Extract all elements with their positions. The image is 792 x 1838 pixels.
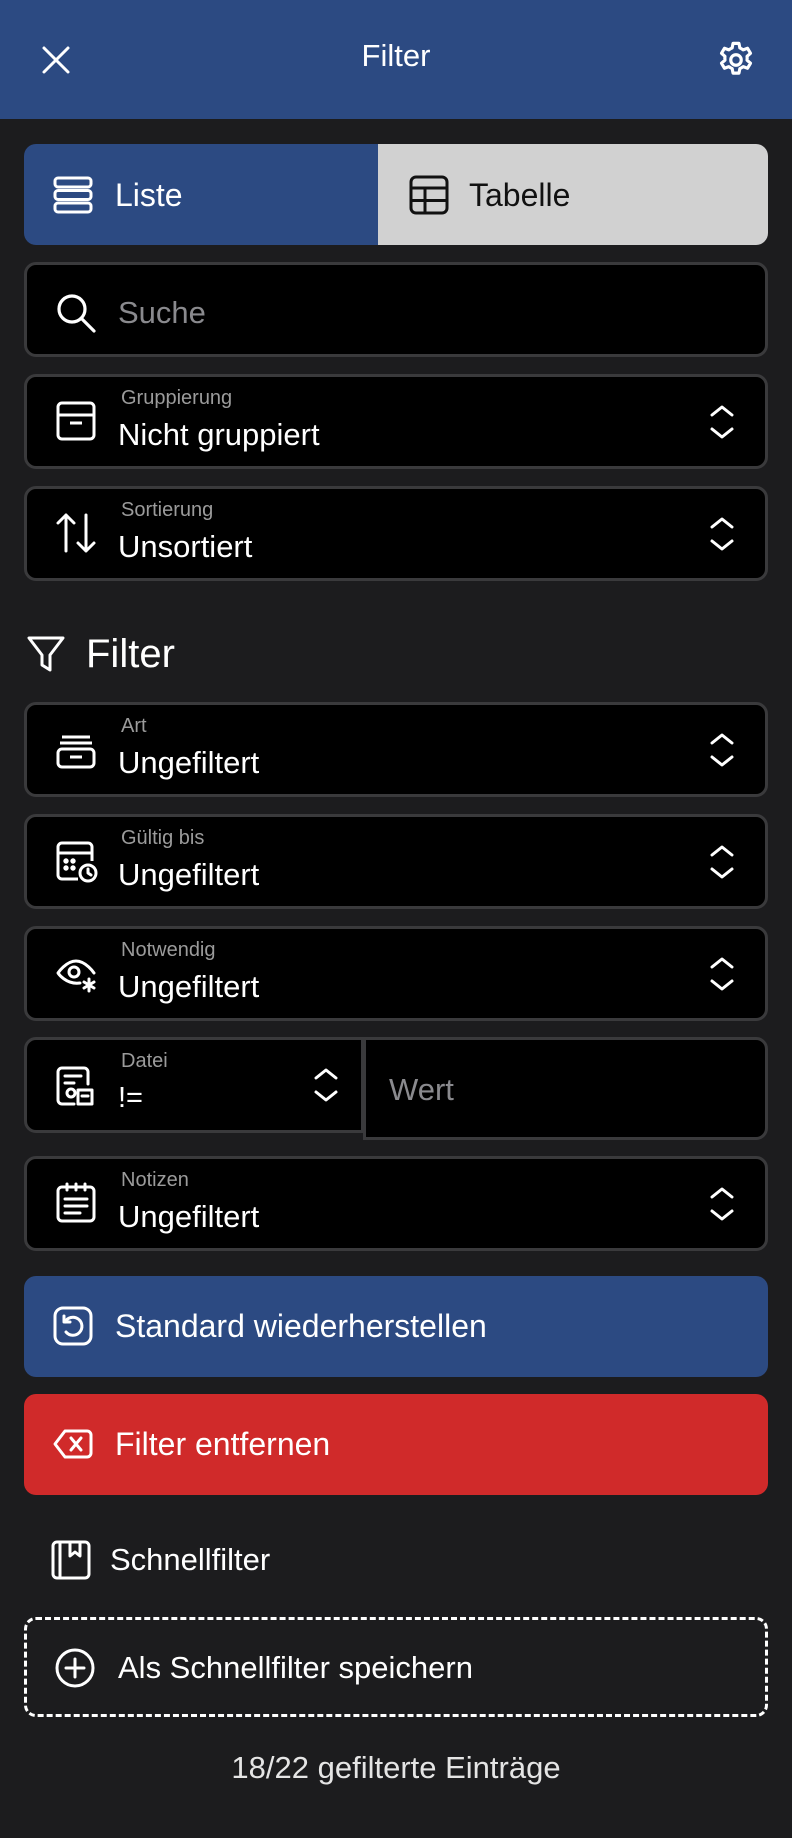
view-option-label: Tabelle	[469, 177, 571, 213]
filter-notizen-select[interactable]: Notizen Ungefiltert	[24, 1156, 768, 1251]
inbox-stack-icon	[56, 735, 96, 769]
plus-circle-icon	[55, 1648, 95, 1688]
bookmark-book-icon	[51, 1540, 91, 1580]
backspace-x-icon	[53, 1429, 93, 1459]
header-bar: Filter	[0, 0, 792, 119]
filter-notwendig-select[interactable]: Notwendig Ungefiltert	[24, 926, 768, 1021]
calendar-clock-icon	[56, 841, 98, 883]
sorting-value: Unsortiert	[118, 529, 253, 564]
gear-icon	[719, 41, 753, 75]
page-title: Filter	[361, 38, 431, 73]
filter-art-select[interactable]: Art Ungefiltert	[24, 702, 768, 797]
search-icon	[57, 294, 96, 333]
chevron-up-down-icon	[710, 733, 734, 767]
filter-datei-value-box	[363, 1037, 768, 1140]
chevron-up-down-icon	[710, 1187, 734, 1221]
sorting-label: Sortierung	[121, 499, 214, 521]
restore-defaults-label: Standard wiederherstellen	[115, 1308, 487, 1344]
grouping-select[interactable]: Gruppierung Nicht gruppiert	[24, 374, 768, 469]
filter-value: Ungefiltert	[118, 969, 260, 1004]
chevron-up-down-icon	[710, 405, 734, 439]
restore-icon	[53, 1306, 93, 1346]
chevron-up-down-icon	[314, 1068, 338, 1102]
notes-icon	[56, 1182, 96, 1223]
filter-value: Ungefiltert	[118, 745, 260, 780]
filter-label: Datei	[121, 1050, 168, 1072]
filter-value: Ungefiltert	[118, 857, 260, 892]
filter-gueltig-bis-select[interactable]: Gültig bis Ungefiltert	[24, 814, 768, 909]
list-icon	[53, 176, 93, 214]
search-box	[24, 262, 768, 357]
table-icon	[409, 175, 449, 215]
grouping-value: Nicht gruppiert	[118, 417, 320, 452]
file-attachment-icon	[56, 1066, 94, 1106]
view-option-liste[interactable]: Liste	[24, 144, 378, 245]
remove-filter-label: Filter entfernen	[115, 1426, 331, 1462]
sort-arrows-icon	[56, 513, 96, 553]
quick-filter-title: Schnellfilter	[110, 1542, 271, 1577]
filter-section-header: Filter	[26, 630, 175, 678]
filter-label: Notizen	[121, 1169, 189, 1191]
save-quick-filter-button[interactable]: Als Schnellfilter speichern	[24, 1617, 768, 1717]
quick-filter-header: Schnellfilter	[50, 1536, 270, 1584]
restore-defaults-button[interactable]: Standard wiederherstellen	[24, 1276, 768, 1377]
save-quick-filter-label: Als Schnellfilter speichern	[118, 1650, 473, 1685]
filtered-count-text: 18/22 gefilterte Einträge	[231, 1750, 561, 1785]
chevron-up-down-icon	[710, 845, 734, 879]
filter-operator-value: !=	[118, 1082, 143, 1114]
settings-button[interactable]	[708, 32, 764, 88]
filter-section-title: Filter	[86, 631, 175, 676]
sorting-select[interactable]: Sortierung Unsortiert	[24, 486, 768, 581]
filter-label: Art	[121, 715, 147, 737]
view-option-label: Liste	[115, 177, 183, 213]
chevron-up-down-icon	[710, 957, 734, 991]
archive-box-icon	[56, 401, 96, 441]
view-toggle: Liste Tabelle	[24, 144, 768, 245]
search-input[interactable]	[118, 293, 718, 333]
filter-datei-value-input[interactable]	[389, 1070, 749, 1110]
filter-label: Gültig bis	[121, 827, 205, 849]
filter-datei-operator-select[interactable]: Datei !=	[24, 1037, 364, 1133]
funnel-icon	[27, 636, 65, 672]
filter-value: Ungefiltert	[118, 1199, 260, 1234]
chevron-up-down-icon	[710, 517, 734, 551]
grouping-label: Gruppierung	[121, 387, 233, 409]
filter-label: Notwendig	[121, 939, 216, 961]
view-option-tabelle[interactable]: Tabelle	[378, 144, 768, 245]
remove-filter-button[interactable]: Filter entfernen	[24, 1394, 768, 1495]
eye-asterisk-icon	[56, 959, 96, 993]
